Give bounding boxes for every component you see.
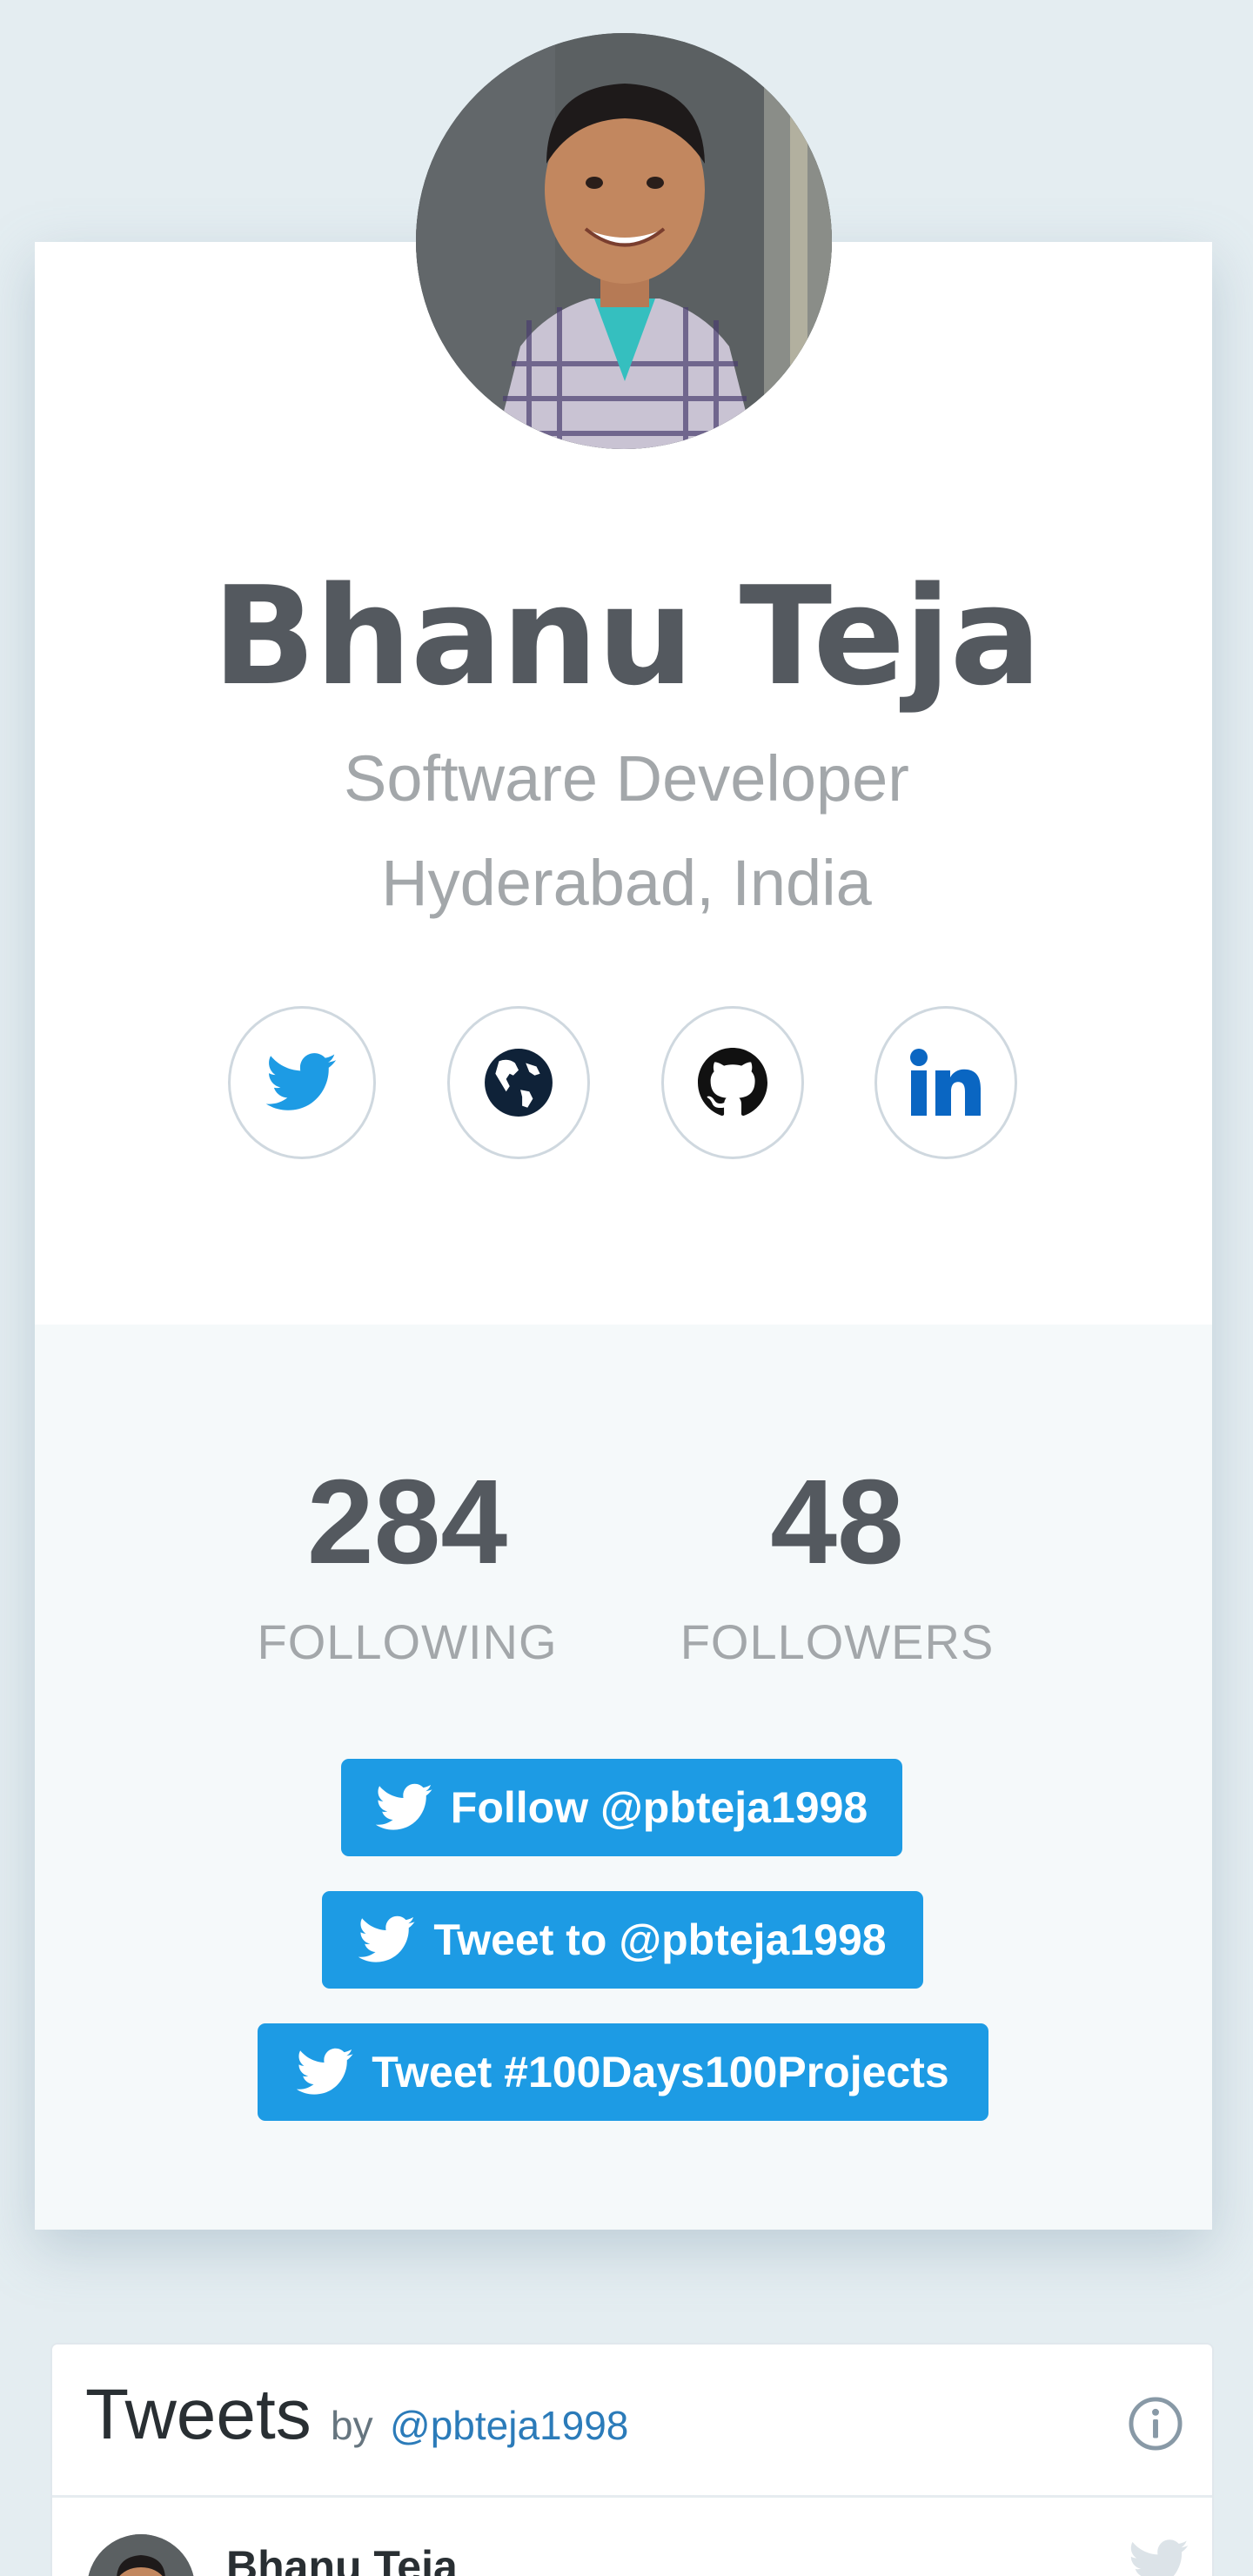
following-label: FOLLOWING [257,1614,558,1669]
timeline-handle-link[interactable]: @pbteja1998 [390,2402,628,2449]
profile-page: Bhanu Teja Software Developer Hyderabad,… [0,0,1253,2576]
hashtag-tweet-button-label: Tweet #100Days100Projects [372,2048,949,2096]
social-links [0,1006,1253,1161]
twitter-bird-icon [375,1783,433,1832]
twitter-icon [266,1053,337,1110]
twitter-bird-icon [358,1915,416,1964]
following-count: 284 [306,1455,508,1589]
tweet-author-avatar[interactable] [87,2534,195,2576]
profile-avatar [416,33,832,449]
timeline-title: Tweets [85,2375,312,2454]
timeline-header: Tweets by @pbteja1998 [52,2345,1212,2498]
tweet-author-name[interactable]: Bhanu Teja [226,2541,458,2576]
follow-button-label: Follow @pbteja1998 [450,1783,868,1832]
github-icon [698,1048,767,1117]
twitter-link-button[interactable] [228,1006,376,1159]
profile-name: Bhanu Teja [212,557,1042,715]
linkedin-link-button[interactable] [874,1006,1017,1159]
info-icon[interactable] [1127,2395,1184,2452]
followers-count: 48 [770,1455,904,1589]
follow-button[interactable]: Follow @pbteja1998 [341,1759,902,1856]
tweet-to-button[interactable]: Tweet to @pbteja1998 [322,1891,923,1989]
followers-label: FOLLOWERS [680,1614,995,1669]
twitter-bird-icon [1130,2539,1189,2576]
tweet-to-button-label: Tweet to @pbteja1998 [433,1915,887,1964]
followers-stat[interactable]: 48 FOLLOWERS [663,1462,1011,1670]
linkedin-icon [910,1049,981,1116]
profile-photo [416,33,832,449]
globe-icon [485,1049,553,1117]
twitter-bird-icon [297,2048,354,2096]
following-stat[interactable]: 284 FOLLOWING [233,1462,581,1670]
website-link-button[interactable] [447,1006,590,1159]
github-link-button[interactable] [661,1006,804,1159]
profile-location: Hyderabad, India [381,847,872,919]
timeline-by-label: by [331,2403,373,2448]
hashtag-tweet-button[interactable]: Tweet #100Days100Projects [258,2023,988,2121]
profile-role: Software Developer [344,742,909,815]
twitter-timeline: Tweets by @pbteja1998 Bhanu Teja [52,2345,1212,2576]
